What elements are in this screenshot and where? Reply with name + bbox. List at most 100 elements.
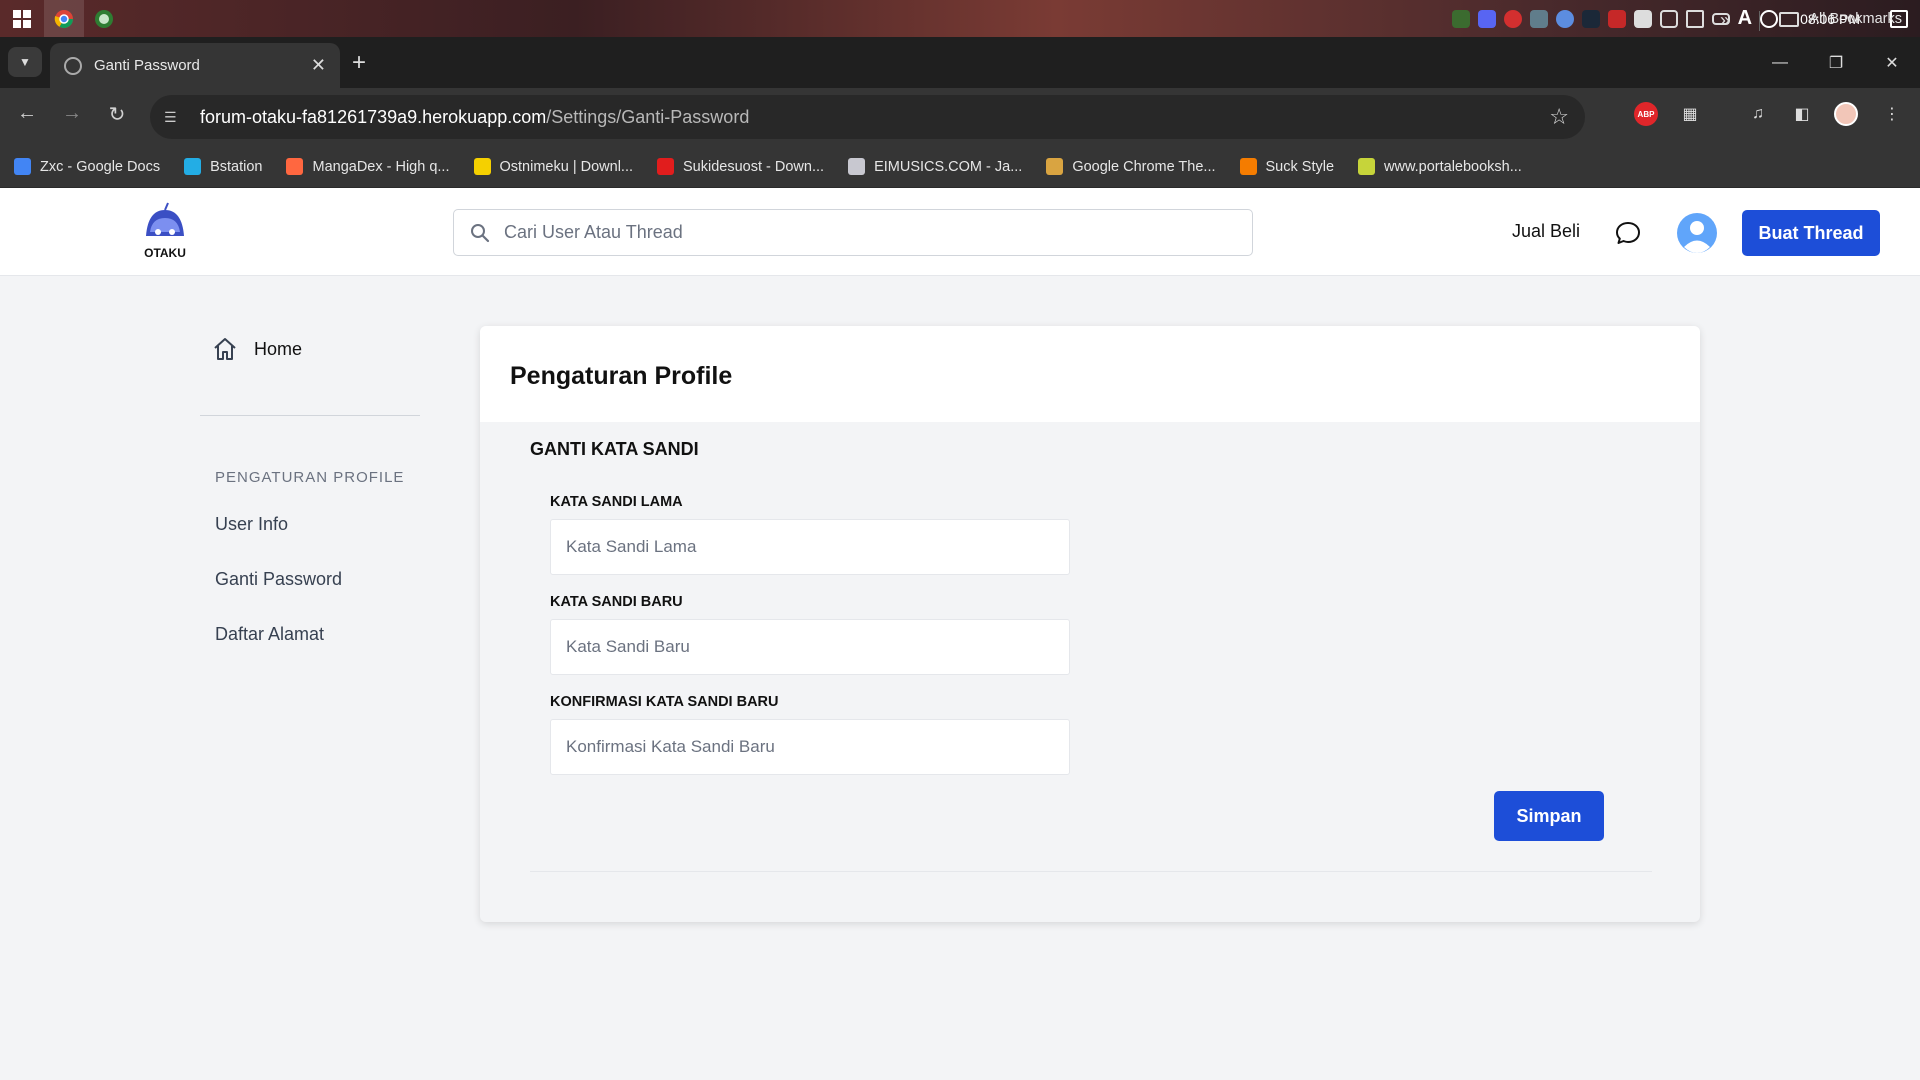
tray-app-icon[interactable] xyxy=(1529,9,1548,28)
browser-tab-active[interactable]: Ganti Password ✕ xyxy=(50,43,340,88)
steam-icon[interactable] xyxy=(1581,9,1600,28)
bookmark-favicon-icon xyxy=(473,158,491,175)
bookmark-favicon-icon xyxy=(1046,158,1064,175)
close-tab-icon[interactable]: ✕ xyxy=(311,55,326,76)
profile-avatar-icon[interactable] xyxy=(1834,102,1858,126)
qbittorrent-icon[interactable] xyxy=(1555,9,1574,28)
restore-icon[interactable]: ❐ xyxy=(1808,37,1864,88)
bookmark-star-icon[interactable]: ☆ xyxy=(1549,104,1569,130)
bookmark-item[interactable]: EIMUSICS.COM - Ja... xyxy=(848,158,1022,175)
save-button[interactable]: Simpan xyxy=(1494,791,1604,841)
bookmark-label: Bstation xyxy=(210,158,263,175)
side-panel-icon[interactable]: ◧ xyxy=(1790,102,1814,126)
all-bookmarks-label: All Bookmarks xyxy=(1809,11,1902,27)
search-icon xyxy=(471,223,490,242)
site-info-icon[interactable]: ☰ xyxy=(164,109,186,126)
bookmark-label: EIMUSICS.COM - Ja... xyxy=(874,158,1023,175)
new-tab-button[interactable]: + xyxy=(352,49,366,77)
sidebar-home-label: Home xyxy=(254,338,303,359)
forward-icon[interactable]: → xyxy=(57,102,87,125)
chrome-icon xyxy=(54,9,73,28)
taskbar-app-2[interactable] xyxy=(84,0,124,37)
chevron-down-icon: ▼ xyxy=(19,55,31,69)
bookmark-item[interactable]: Zxc - Google Docs xyxy=(14,158,160,175)
browser-tabstrip: ▼ Ganti Password ✕ + — ❐ ✕ xyxy=(0,37,1920,88)
bookmark-favicon-icon xyxy=(286,158,304,175)
volume-icon[interactable] xyxy=(1685,9,1704,28)
tray-app-icon[interactable] xyxy=(1607,9,1626,28)
logo-text: OTAKU xyxy=(144,246,186,260)
extensions-puzzle-icon[interactable]: ▦ xyxy=(1678,102,1702,126)
section-title: GANTI KATA SANDI xyxy=(530,439,699,459)
bookmarks-separator xyxy=(1759,11,1760,31)
new-password-field[interactable] xyxy=(550,619,1070,675)
bookmark-label: Ostnimeku | Downl... xyxy=(499,158,634,175)
buat-thread-button[interactable]: Buat Thread xyxy=(1742,210,1880,256)
site-logo[interactable]: OTAKU xyxy=(138,202,192,262)
url-text[interactable]: forum-otaku-fa81261739a9.herokuapp.com/S… xyxy=(200,107,749,128)
nvidia-icon[interactable] xyxy=(1451,9,1470,28)
confirm-password-field[interactable] xyxy=(550,719,1070,775)
user-avatar-icon[interactable] xyxy=(1676,212,1718,254)
bookmark-label: Sukidesuost - Down... xyxy=(683,158,825,175)
close-window-icon[interactable]: ✕ xyxy=(1864,37,1920,88)
old-password-field[interactable] xyxy=(550,519,1070,575)
app-icon xyxy=(95,9,113,28)
input-language-icon[interactable]: A xyxy=(1738,7,1752,30)
bookmark-label: Suck Style xyxy=(1265,158,1335,175)
adblock-plus-icon[interactable]: ABP xyxy=(1634,102,1658,126)
more-menu-icon[interactable]: ⋮ xyxy=(1880,102,1904,126)
bookmark-item[interactable]: Ostnimeku | Downl... xyxy=(473,158,634,175)
media-control-icon[interactable]: ♫ xyxy=(1746,102,1770,126)
taskbar-chrome-app[interactable] xyxy=(44,0,84,37)
tab-search-button[interactable]: ▼ xyxy=(8,47,42,77)
windows-taskbar: A 08:06 PM xyxy=(0,0,1920,37)
sidebar-divider xyxy=(200,415,420,416)
bookmark-favicon-icon xyxy=(1239,158,1257,175)
bookmark-label: MangaDex - High q... xyxy=(312,158,450,175)
search-box[interactable] xyxy=(453,209,1253,256)
bookmark-item[interactable]: Google Chrome The... xyxy=(1046,158,1216,175)
confirm-password-label: KONFIRMASI KATA SANDI BARU xyxy=(550,694,779,710)
bookmark-label: Google Chrome The... xyxy=(1072,158,1216,175)
globe-icon xyxy=(64,56,82,75)
reload-icon[interactable]: ↻ xyxy=(102,102,132,127)
address-bar[interactable]: ☰ forum-otaku-fa81261739a9.herokuapp.com… xyxy=(150,95,1585,139)
search-input[interactable] xyxy=(504,222,1204,243)
sidebar-item-daftar-alamat[interactable]: Daftar Alamat xyxy=(215,624,324,645)
bookmarks-bar: Zxc - Google Docs Bstation MangaDex - High… xyxy=(0,146,1920,188)
card-header: Pengaturan Profile xyxy=(480,326,1700,422)
window-controls: — ❐ ✕ xyxy=(1752,37,1920,88)
sidebar-section-title: PENGATURAN PROFILE xyxy=(215,469,405,486)
folder-icon xyxy=(1779,11,1800,27)
sidebar-item-user-info[interactable]: User Info xyxy=(215,514,288,535)
back-icon[interactable]: ← xyxy=(12,102,42,125)
windows-logo-icon xyxy=(13,9,31,28)
url-path: /Settings/Ganti-Password xyxy=(546,106,750,127)
bookmark-favicon-icon xyxy=(657,158,675,175)
bookmark-item[interactable]: Suck Style xyxy=(1239,158,1335,175)
notification-badge-icon[interactable] xyxy=(1503,9,1522,28)
site-header: OTAKU Jual Beli Buat Thread xyxy=(0,188,1920,276)
windows-start-button[interactable] xyxy=(0,0,44,37)
bookmark-item[interactable]: Sukidesuost - Down... xyxy=(657,158,824,175)
sidebar-home-link[interactable]: Home xyxy=(212,336,302,362)
minimize-icon[interactable]: — xyxy=(1752,37,1808,88)
otaku-logo-icon: OTAKU xyxy=(144,202,186,260)
bookmarks-overflow-icon[interactable]: » xyxy=(1720,10,1730,31)
url-host: forum-otaku-fa81261739a9.herokuapp.com xyxy=(200,106,547,127)
bookmark-label: www.portalebooksh... xyxy=(1384,158,1522,175)
jual-beli-link[interactable]: Jual Beli xyxy=(1512,221,1580,242)
network-icon[interactable] xyxy=(1659,9,1678,28)
bookmark-favicon-icon xyxy=(848,158,866,175)
new-password-label: KATA SANDI BARU xyxy=(550,594,683,610)
bookmark-item[interactable]: MangaDex - High q... xyxy=(286,158,450,175)
discord-icon[interactable] xyxy=(1477,9,1496,28)
sidebar-item-ganti-password[interactable]: Ganti Password xyxy=(215,569,342,590)
chat-bubble-icon[interactable] xyxy=(1614,219,1642,247)
bluetooth-icon[interactable] xyxy=(1633,9,1652,28)
all-bookmarks-button[interactable]: All Bookmarks xyxy=(1779,11,1902,27)
bookmark-item[interactable]: Bstation xyxy=(184,158,262,175)
tray-app-icon[interactable] xyxy=(1760,9,1779,28)
bookmark-item[interactable]: www.portalebooksh... xyxy=(1358,158,1522,175)
